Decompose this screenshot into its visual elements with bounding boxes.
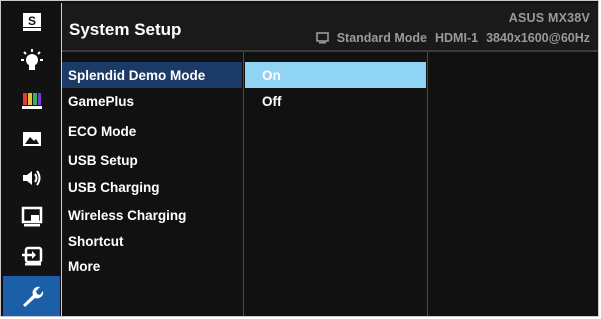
menu-item-eco-mode[interactable]: ECO Mode [62, 118, 242, 144]
option-off[interactable]: Off [245, 88, 426, 114]
sidebar-item-system-setup[interactable] [3, 276, 60, 316]
splendid-s-icon: S [22, 13, 41, 31]
column-divider [243, 52, 244, 316]
monitor-icon [315, 32, 329, 44]
column-divider [427, 52, 428, 316]
sidebar-item-sound[interactable] [3, 159, 60, 197]
sidebar-item-splendid[interactable]: S [3, 3, 60, 41]
option-on[interactable]: On [245, 62, 426, 88]
svg-text:S: S [27, 14, 35, 28]
menu-item-gameplus[interactable]: GamePlus [62, 88, 242, 114]
menu-item-usb-charging[interactable]: USB Charging [62, 174, 242, 200]
color-bars-icon [21, 93, 42, 109]
sidebar: S [3, 3, 60, 316]
status-bar: Standard Mode HDMI-1 3840x1600@60Hz [315, 31, 590, 45]
wrench-icon [22, 286, 43, 307]
menu-item-wireless-charging[interactable]: Wireless Charging [62, 202, 242, 228]
sidebar-item-pip-pbp[interactable] [3, 198, 60, 236]
mode-label: Standard Mode [336, 31, 427, 45]
input-select-icon [21, 246, 42, 266]
menu-item-splendid-demo-mode[interactable]: Splendid Demo Mode [62, 62, 242, 88]
pip-icon [21, 206, 42, 227]
image-icon [22, 132, 41, 146]
sidebar-item-image[interactable] [3, 120, 60, 158]
blue-light-filter-icon [20, 49, 43, 70]
page-title: System Setup [69, 20, 182, 39]
menu-item-shortcut[interactable]: Shortcut [62, 228, 242, 254]
resolution-label: 3840x1600@60Hz [486, 31, 590, 45]
sidebar-item-color[interactable] [3, 81, 60, 119]
sidebar-item-blue-light-filter[interactable] [3, 42, 60, 80]
speaker-icon [22, 170, 40, 186]
menu-item-usb-setup[interactable]: USB Setup [62, 147, 242, 173]
header: System Setup ASUS MX38V Standard Mode HD… [62, 3, 598, 50]
model-label: ASUS MX38V [508, 11, 590, 25]
menu-item-more[interactable]: More [62, 253, 242, 279]
input-label: HDMI-1 [435, 31, 479, 45]
header-divider [62, 50, 598, 52]
sidebar-item-input-select[interactable] [3, 237, 60, 275]
